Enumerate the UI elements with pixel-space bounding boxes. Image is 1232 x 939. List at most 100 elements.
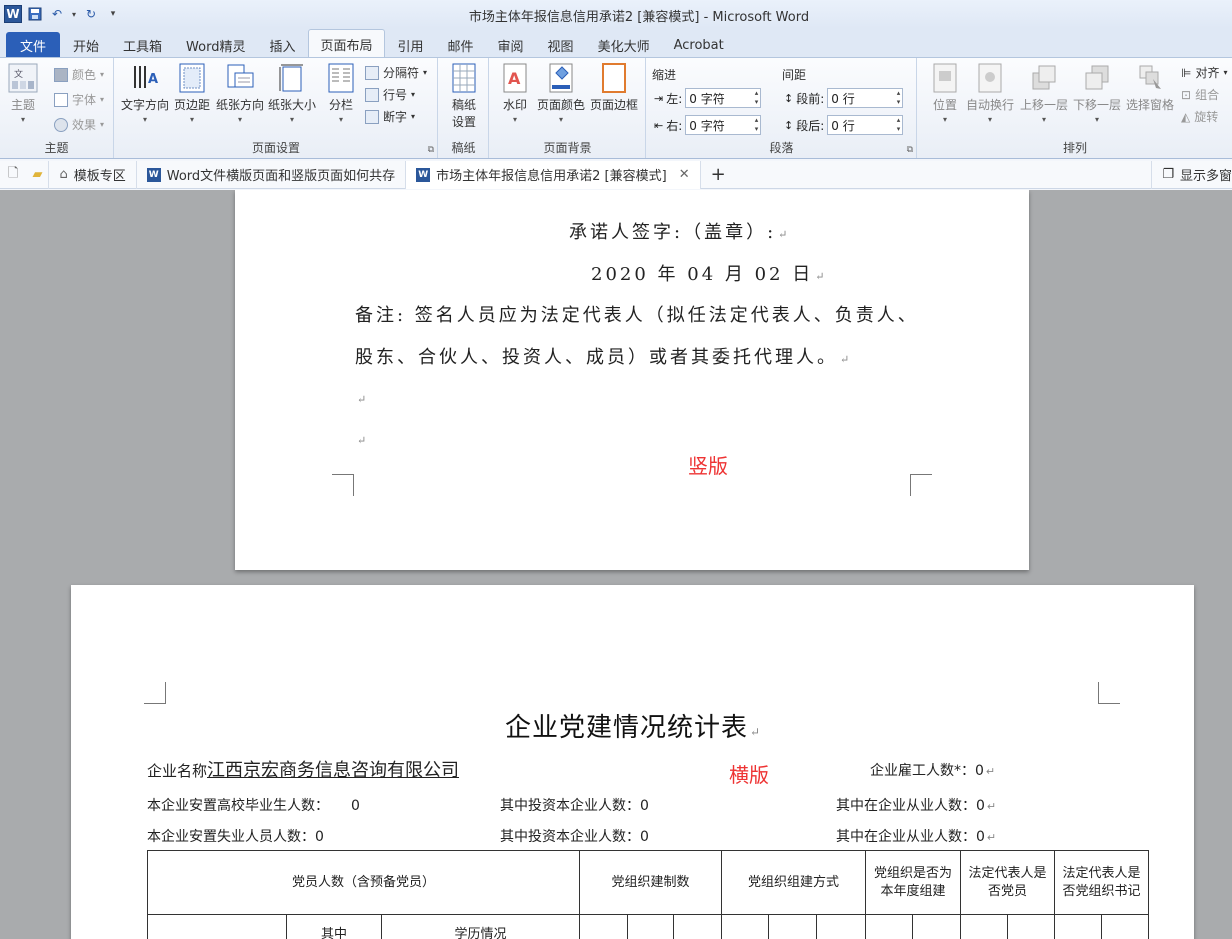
tab-page-layout[interactable]: 页面布局 — [308, 29, 385, 58]
align-button[interactable]: ⊫ 对齐 ▾ — [1181, 64, 1227, 81]
landscape-page[interactable]: 企业党建情况统计表 ↵ 企业名称江西京宏商务信息咨询有限公司 横版 企业雇工人数*… — [71, 585, 1194, 939]
breaks-button[interactable]: 分隔符 ▾ — [365, 64, 427, 81]
table-cell[interactable] — [147, 914, 287, 939]
hyphenation-button[interactable]: 断字 ▾ — [365, 108, 415, 125]
table-cell[interactable] — [673, 914, 722, 939]
bring-forward-button[interactable]: 上移一层 ▾ — [1020, 62, 1068, 124]
orientation-button[interactable]: 纸张方向 ▾ — [216, 62, 264, 124]
tab-references[interactable]: 引用 — [387, 32, 435, 58]
indent-left-input[interactable]: 0 字符 ▴ ▾ — [685, 88, 762, 108]
size-button[interactable]: 纸张大小 ▾ — [268, 62, 316, 124]
tab-toolbox[interactable]: 工具箱 — [112, 32, 173, 58]
table-cell[interactable] — [912, 914, 961, 939]
table-cell-education[interactable]: 学历情况 — [381, 914, 580, 939]
tab-insert[interactable]: 插入 — [258, 32, 306, 58]
theme-fonts-button[interactable]: 字体 ▾ — [54, 91, 104, 108]
orientation-icon — [225, 62, 255, 94]
spin-arrows-icon[interactable]: ▴ ▾ — [755, 89, 759, 107]
table-cell[interactable] — [865, 914, 913, 939]
send-backward-icon — [1082, 62, 1112, 94]
spacing-before-input[interactable]: 0 行 ▴ ▾ — [827, 88, 904, 108]
show-multi-window-button[interactable]: ❐ 显示多窗 — [1151, 160, 1232, 189]
note-line-1: 备注: 签名人员应为法定代表人（拟任法定代表人、负责人、 — [355, 305, 919, 326]
close-tab-icon[interactable]: ✕ — [679, 167, 690, 182]
text-direction-button[interactable]: A 文字方向 ▾ — [121, 62, 169, 124]
columns-button[interactable]: 分栏 ▾ — [326, 62, 356, 124]
theme-colors-button[interactable]: 颜色 ▾ — [54, 66, 104, 83]
open-folder-button[interactable]: ▰ — [26, 160, 50, 189]
rotate-button[interactable]: ◭ 旋转 — [1181, 108, 1218, 125]
theme-button[interactable]: 文 主题 ▾ — [8, 62, 38, 124]
page-borders-button[interactable]: 页面边框 — [590, 62, 638, 113]
table-cell[interactable] — [1101, 914, 1149, 939]
folder-icon: ▰ — [32, 167, 43, 182]
line-numbers-button[interactable]: 行号 ▾ — [365, 86, 415, 103]
header-system[interactable]: 党组织建制数 — [579, 850, 722, 915]
position-icon — [930, 62, 960, 94]
tab-acrobat[interactable]: Acrobat — [663, 32, 735, 58]
table-cell[interactable] — [579, 914, 628, 939]
table-cell[interactable] — [1054, 914, 1102, 939]
page-color-button[interactable]: 页面颜色 ▾ — [537, 62, 585, 124]
bring-forward-icon — [1029, 62, 1059, 94]
theme-effects-button[interactable]: 效果 ▾ — [54, 116, 104, 133]
table-cell[interactable] — [627, 914, 674, 939]
multi-window-icon: ❐ — [1162, 167, 1174, 182]
spin-arrows-icon[interactable]: ▴ ▾ — [755, 116, 759, 134]
watermark-button[interactable]: A 水印 ▾ — [500, 62, 530, 124]
spacing-after-input[interactable]: 0 行 ▴ ▾ — [827, 115, 904, 135]
watermark-icon: A — [500, 62, 530, 94]
header-new-this-year[interactable]: 党组织是否为本年度组建 — [865, 850, 961, 915]
theme-dropdown-icon: ▾ — [20, 115, 25, 124]
header-method[interactable]: 党组织组建方式 — [721, 850, 866, 915]
add-tab-button[interactable]: + — [701, 161, 736, 189]
new-document-button[interactable]: 🗋 — [0, 161, 26, 189]
margins-button[interactable]: 页边距 ▾ — [174, 62, 210, 124]
table-cell-among[interactable]: 其中 — [286, 914, 382, 939]
tab-word-wizard[interactable]: Word精灵 — [175, 32, 256, 58]
header-members[interactable]: 党员人数（含预备党员） — [147, 850, 580, 915]
doc-tab-templates[interactable]: ⌂ 模板专区 — [49, 160, 137, 189]
table-cell[interactable] — [816, 914, 866, 939]
ribbon: 文 主题 ▾ 颜色▾ 字体▾ 效果▾ 主题 A 文字方向 ▾ 页边距 ▾ — [0, 57, 1232, 159]
group-theme: 文 主题 ▾ 颜色 ▾ 字体 ▾ 效果 ▾ 主题 — [0, 58, 114, 158]
tab-mailings[interactable]: 邮件 — [437, 32, 485, 58]
tab-home[interactable]: 开始 — [62, 32, 110, 58]
indent-right-input[interactable]: 0 字符 ▴ ▾ — [685, 115, 762, 135]
document-canvas[interactable]: 承诺人签字:（盖章）: ↵ 2020 年 04 月 02 日 ↵ 备注: 签名人员应… — [0, 190, 1232, 939]
table-cell[interactable] — [768, 914, 817, 939]
tab-review[interactable]: 审阅 — [487, 32, 535, 58]
indent-right-icon: ⇤ — [654, 118, 664, 132]
spin-arrows-icon[interactable]: ▴ ▾ — [897, 116, 901, 134]
crop-mark — [332, 474, 354, 496]
group-objects-button[interactable]: ⊡ 组合 — [1181, 86, 1219, 103]
svg-text:文: 文 — [14, 68, 23, 80]
tab-file[interactable]: 文件 — [6, 32, 61, 58]
table-cell[interactable] — [721, 914, 769, 939]
table-cell[interactable] — [1007, 914, 1055, 939]
header-legal-rep-member[interactable]: 法定代表人是否党员 — [960, 850, 1055, 915]
tab-view[interactable]: 视图 — [537, 32, 585, 58]
manuscript-settings-button[interactable]: 稿纸 设置 — [449, 62, 479, 130]
header-legal-rep-secretary[interactable]: 法定代表人是否党组织书记 — [1054, 850, 1149, 915]
theme-icon: 文 — [8, 62, 38, 94]
page-setup-launcher-icon[interactable]: ⧉ — [428, 145, 434, 155]
send-backward-button[interactable]: 下移一层 ▾ — [1073, 62, 1121, 124]
spacing-before-icon: ↕ — [784, 91, 794, 105]
new-doc-icon: 🗋 — [8, 165, 19, 181]
party-stats-table[interactable]: 党员人数（含预备党员） 党组织建制数 党组织组建方式 党组织是否为本年度组建 法… — [147, 850, 1149, 939]
selection-pane-button[interactable]: 选择窗格 — [1126, 62, 1174, 113]
tab-beautify[interactable]: 美化大师 — [587, 32, 661, 58]
portrait-page[interactable]: 承诺人签字:（盖章）: ↵ 2020 年 04 月 02 日 ↵ 备注: 签名人员应… — [235, 190, 1029, 570]
text-direction-icon: A — [130, 62, 160, 94]
crop-mark — [144, 682, 166, 704]
position-button[interactable]: 位置 ▾ — [930, 62, 960, 124]
doc-tab-orientation-guide[interactable]: W Word文件横版页面和竖版页面如何共存 — [137, 160, 407, 189]
group-theme-label: 主题 — [44, 141, 69, 155]
portrait-label: 竖版 — [688, 454, 728, 478]
paragraph-launcher-icon[interactable]: ⧉ — [907, 145, 913, 155]
spin-arrows-icon[interactable]: ▴ ▾ — [897, 89, 901, 107]
table-cell[interactable] — [960, 914, 1008, 939]
wrap-text-button[interactable]: 自动换行 ▾ — [966, 62, 1014, 124]
doc-tab-current[interactable]: W 市场主体年报信息信用承诺2 [兼容模式] ✕ — [406, 160, 701, 189]
